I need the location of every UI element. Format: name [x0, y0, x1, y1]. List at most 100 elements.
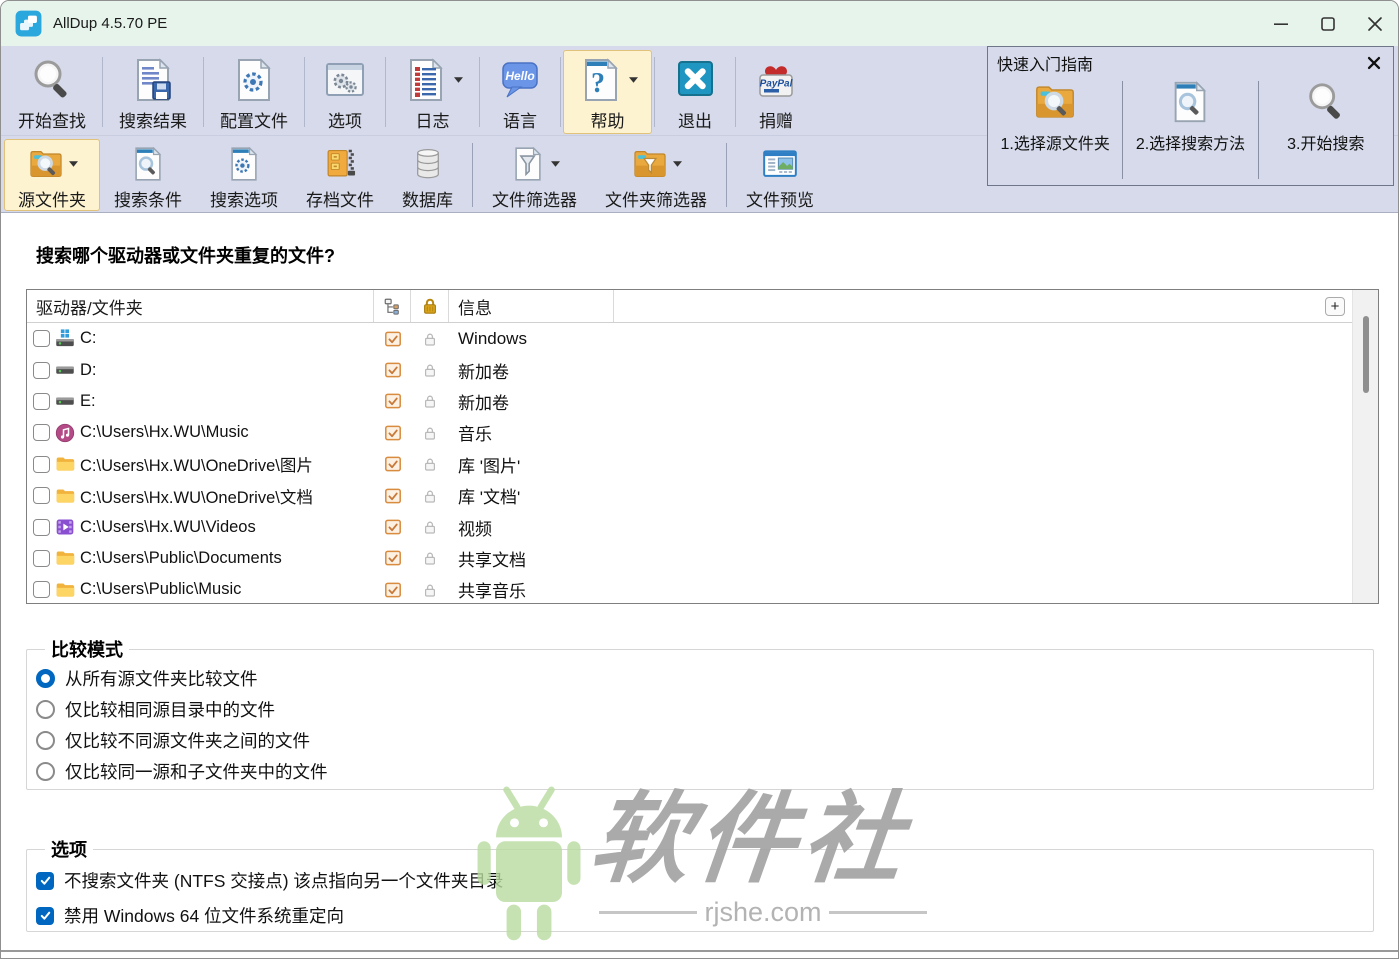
- toolbar-button-folder-filter[interactable]: 文件夹筛选器: [591, 139, 721, 211]
- checkbox-label: 禁用 Windows 64 位文件系统重定向: [64, 903, 344, 928]
- table-row[interactable]: E: 新加卷: [27, 386, 1378, 417]
- table-row[interactable]: C:\Users\Public\Music共享音乐: [27, 574, 1378, 604]
- radio-button[interactable]: [36, 700, 55, 719]
- radio-button[interactable]: [36, 731, 55, 750]
- toolbar-button-label: 搜索结果: [119, 107, 187, 132]
- cell-lock[interactable]: [411, 550, 449, 566]
- table-row[interactable]: C:\Users\Public\Documents共享文档: [27, 543, 1378, 574]
- toolbar-button-exit[interactable]: 退出: [657, 50, 733, 134]
- compare-mode-option-3[interactable]: 仅比较不同源文件夹之间的文件: [36, 725, 1373, 756]
- scrollbar-thumb[interactable]: [1363, 316, 1369, 393]
- toolbar-button-file-preview[interactable]: 文件预览: [732, 139, 828, 211]
- cell-recurse[interactable]: [374, 581, 411, 599]
- cell-lock[interactable]: [411, 393, 449, 409]
- column-header-recurse[interactable]: [374, 290, 411, 322]
- toolbar-button-archives[interactable]: 存档文件: [292, 139, 388, 211]
- option-item-2[interactable]: 禁用 Windows 64 位文件系统重定向: [36, 898, 1373, 933]
- cell-recurse[interactable]: [374, 549, 411, 567]
- toolbar-button-profiles[interactable]: 配置文件: [206, 50, 302, 134]
- row-select-checkbox[interactable]: [33, 330, 50, 347]
- cell-recurse[interactable]: [374, 424, 411, 442]
- table-row[interactable]: C:\Users\Hx.WU\OneDrive\图片库 '图片': [27, 449, 1378, 480]
- toolbar-separator: [472, 143, 473, 207]
- toolbar-button-donate[interactable]: PayPal捐赠: [738, 50, 814, 134]
- cell-lock[interactable]: [411, 331, 449, 347]
- compare-mode-option-2[interactable]: 仅比较相同源目录中的文件: [36, 694, 1373, 725]
- cell-info: 新加卷: [449, 389, 509, 414]
- table-row[interactable]: C:\Users\Hx.WU\Videos视频: [27, 511, 1378, 542]
- dropdown-arrow-icon[interactable]: [629, 77, 638, 83]
- cell-recurse[interactable]: [374, 392, 411, 410]
- guide-step-3[interactable]: 3.开始搜索: [1259, 78, 1393, 182]
- toolbar-button-search-method[interactable]: 搜索条件: [100, 139, 196, 211]
- dropdown-arrow-icon[interactable]: [69, 161, 78, 167]
- column-header-path[interactable]: 驱动器/文件夹: [27, 290, 374, 322]
- compare-mode-option-1[interactable]: 从所有源文件夹比较文件: [36, 663, 1373, 694]
- row-path-text: C:\Users\Hx.WU\Music: [80, 423, 249, 442]
- row-select-checkbox[interactable]: [33, 581, 50, 598]
- toolbar-button-options[interactable]: 选项: [307, 50, 383, 134]
- column-header-lock[interactable]: [411, 290, 449, 322]
- row-select-checkbox[interactable]: [33, 424, 50, 441]
- checkbox-checked[interactable]: [36, 872, 54, 890]
- toolbar-button-database[interactable]: 数据库: [388, 139, 467, 211]
- column-header-info[interactable]: 信息: [449, 290, 614, 322]
- recurse-check-icon: [384, 581, 402, 599]
- subfolder-tree-icon: [383, 297, 401, 315]
- toolbar-button-results[interactable]: 搜索结果: [105, 50, 201, 134]
- compare-mode-option-4[interactable]: 仅比较同一源和子文件夹中的文件: [36, 756, 1373, 787]
- cell-path: E:: [27, 391, 374, 411]
- row-select-checkbox[interactable]: [33, 550, 50, 567]
- row-select-checkbox[interactable]: [33, 362, 50, 379]
- option-item-1[interactable]: 不搜索文件夹 (NTFS 交接点) 该点指向另一个文件夹目录: [36, 863, 1373, 898]
- titlebar-maximize-button[interactable]: [1304, 1, 1351, 46]
- cell-recurse[interactable]: [374, 487, 411, 505]
- radio-button[interactable]: [36, 669, 55, 688]
- file-gear-icon: [225, 145, 263, 183]
- row-select-checkbox[interactable]: [33, 487, 50, 504]
- table-row[interactable]: C:Windows: [27, 323, 1378, 354]
- toolbar-button-language[interactable]: Hello语言: [482, 50, 558, 134]
- toolbar-button-label: 语言: [503, 107, 537, 132]
- toolbar-button-log[interactable]: 日志: [388, 50, 477, 134]
- table-scrollbar[interactable]: [1352, 290, 1378, 603]
- cell-recurse[interactable]: [374, 361, 411, 379]
- cell-lock[interactable]: [411, 582, 449, 598]
- toolbar-button-source-folders[interactable]: 源文件夹: [4, 139, 100, 211]
- cell-lock[interactable]: [411, 456, 449, 472]
- column-header-filler: [614, 290, 1378, 322]
- table-row[interactable]: C:\Users\Hx.WU\Music音乐: [27, 417, 1378, 448]
- cell-recurse[interactable]: [374, 455, 411, 473]
- row-select-checkbox[interactable]: [33, 456, 50, 473]
- dropdown-arrow-icon[interactable]: [673, 161, 682, 167]
- cell-lock[interactable]: [411, 519, 449, 535]
- titlebar-close-button[interactable]: [1351, 1, 1398, 46]
- cell-lock[interactable]: [411, 425, 449, 441]
- toolbar-button-file-filter[interactable]: 文件筛选器: [478, 139, 591, 211]
- row-select-checkbox[interactable]: [33, 393, 50, 410]
- titlebar-minimize-button[interactable]: [1257, 1, 1304, 46]
- dropdown-arrow-icon[interactable]: [454, 77, 463, 83]
- cell-recurse[interactable]: [374, 330, 411, 348]
- cell-lock[interactable]: [411, 488, 449, 504]
- cell-lock[interactable]: [411, 362, 449, 378]
- gold-lock-icon: [421, 297, 439, 315]
- row-select-checkbox[interactable]: [33, 519, 50, 536]
- dropdown-arrow-icon[interactable]: [551, 161, 560, 167]
- table-row[interactable]: C:\Users\Hx.WU\OneDrive\文档库 '文档': [27, 480, 1378, 511]
- checkbox-checked[interactable]: [36, 907, 54, 925]
- drive-icon: [55, 391, 75, 411]
- radio-button[interactable]: [36, 762, 55, 781]
- toolbar-button-label: 退出: [678, 107, 712, 132]
- add-column-button[interactable]: +: [1325, 297, 1345, 316]
- guide-step-2[interactable]: 2.选择搜索方法: [1123, 78, 1257, 182]
- table-row[interactable]: D:新加卷: [27, 354, 1378, 385]
- recurse-check-icon: [384, 518, 402, 536]
- guide-step-1[interactable]: 1.选择源文件夹: [988, 78, 1122, 182]
- toolbar-button-help[interactable]: ?帮助: [563, 50, 652, 134]
- toolbar-button-find[interactable]: 开始查找: [4, 50, 100, 134]
- guide-close-icon[interactable]: [1365, 54, 1383, 72]
- cell-recurse[interactable]: [374, 518, 411, 536]
- file-search-icon: [1167, 79, 1213, 125]
- toolbar-button-search-options[interactable]: 搜索选项: [196, 139, 292, 211]
